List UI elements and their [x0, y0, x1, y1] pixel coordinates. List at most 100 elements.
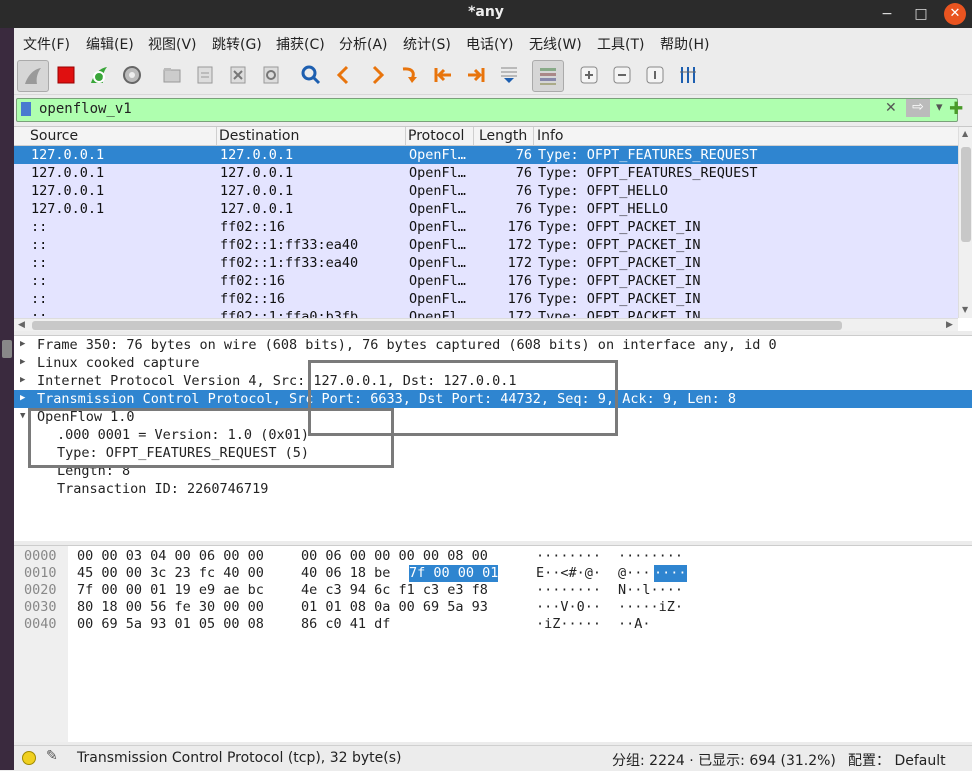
packet-row[interactable]: 127.0.0.1 127.0.0.1 OpenFl… Type: OFPT_HELL…	[14, 200, 958, 218]
column-info[interactable]: Info	[537, 128, 564, 144]
go-first-icon[interactable]	[428, 60, 458, 90]
maximize-button[interactable]: □	[910, 3, 932, 25]
expand-arrow-icon[interactable]: ▶	[20, 357, 25, 367]
collapse-arrow-icon[interactable]: ▼	[20, 411, 25, 421]
column-protocol[interactable]: Protocol	[408, 128, 464, 144]
menu-view[interactable]: 视图(V)	[148, 34, 197, 54]
edit-comment-icon[interactable]: ✎	[46, 748, 58, 764]
hex-bytes-group-a[interactable]: 00 00 03 04 00 06 00 00	[77, 548, 264, 565]
column-destination[interactable]: Destination	[219, 128, 299, 144]
menu-help[interactable]: 帮助(H)	[660, 34, 709, 54]
hex-offset[interactable]: 0020	[24, 582, 57, 599]
menu-telephony[interactable]: 电话(Y)	[466, 34, 513, 54]
open-file-icon[interactable]	[157, 60, 187, 90]
filter-history-dropdown-icon[interactable]: ▾	[936, 100, 943, 115]
hex-offset[interactable]: 0040	[24, 616, 57, 633]
packet-row[interactable]: :: ff02::1:ff33:ea40 OpenFl… Type: OFPT_PAC…	[14, 236, 958, 254]
save-file-icon[interactable]	[190, 60, 220, 90]
scroll-left-icon[interactable]: ◀	[18, 320, 25, 330]
ascii-group-b[interactable]: @···	[618, 565, 651, 582]
hex-offset[interactable]: 0030	[24, 599, 57, 616]
apply-filter-icon[interactable]: ⇨	[906, 99, 930, 117]
ascii-group-a[interactable]: ·iZ·····	[536, 616, 601, 633]
ascii-group-b[interactable]: ··A·	[618, 616, 651, 633]
auto-scroll-icon[interactable]	[494, 60, 524, 90]
menu-capture[interactable]: 捕获(C)	[276, 34, 325, 54]
hex-bytes-group-b[interactable]: 00 06 00 00 00 00 08 00	[301, 548, 488, 565]
detail-tree-item[interactable]: Transaction ID: 2260746719	[14, 480, 972, 498]
hex-bytes-group-a[interactable]: 45 00 00 3c 23 fc 40 00	[77, 565, 264, 582]
ascii-selected[interactable]: ····	[654, 565, 687, 582]
packet-row[interactable]: 127.0.0.1 127.0.0.1 OpenFl… Type: OFPT_FEAT…	[14, 164, 958, 182]
hex-bytes-group-b[interactable]: 86 c0 41 df	[301, 616, 390, 633]
normal-size-icon[interactable]	[640, 60, 670, 90]
hex-bytes-group-b[interactable]: 4e c3 94 6c f1 c3 e3 f8	[301, 582, 488, 599]
packet-row[interactable]: :: ff02::16 OpenFl… Type: OFPT_PACKET_IN 176	[14, 290, 958, 308]
menu-edit[interactable]: 编辑(E)	[86, 34, 134, 54]
minimize-button[interactable]: −	[876, 3, 898, 25]
packet-row[interactable]: 127.0.0.1 127.0.0.1 OpenFl… Type: OFPT_HELL…	[14, 182, 958, 200]
hex-bytes-group-a[interactable]: 00 69 5a 93 01 05 00 08	[77, 616, 264, 633]
stop-capture-icon[interactable]	[51, 60, 81, 90]
hex-bytes-group-b[interactable]: 01 01 08 0a 00 69 5a 93	[301, 599, 488, 616]
hex-bytes-selected[interactable]: 7f 00 00 01	[409, 565, 499, 582]
resize-columns-icon[interactable]	[673, 60, 703, 90]
go-last-icon[interactable]	[461, 60, 491, 90]
expand-arrow-icon[interactable]: ▶	[20, 393, 25, 403]
expand-arrow-icon[interactable]: ▶	[20, 375, 25, 385]
column-length[interactable]: Length	[479, 128, 527, 144]
ascii-group-a[interactable]: ········	[536, 582, 601, 599]
expert-info-icon[interactable]	[22, 751, 36, 765]
expand-arrow-icon[interactable]: ▶	[20, 339, 25, 349]
scroll-down-icon[interactable]: ▼	[962, 305, 968, 314]
clear-filter-icon[interactable]: ✕	[885, 100, 897, 116]
column-separator[interactable]	[473, 127, 474, 145]
packet-row[interactable]: :: ff02::16 OpenFl… Type: OFPT_PACKET_IN 176	[14, 218, 958, 236]
menu-tools[interactable]: 工具(T)	[597, 34, 644, 54]
vscroll-thumb[interactable]	[961, 147, 971, 242]
zoom-out-icon[interactable]	[607, 60, 637, 90]
packet-row[interactable]: :: ff02::1:ff33:ea40 OpenFl… Type: OFPT_PAC…	[14, 254, 958, 272]
packet-row[interactable]: 127.0.0.1 127.0.0.1 OpenFl… Type: OFPT_FEAT…	[14, 146, 958, 164]
column-separator[interactable]	[405, 127, 406, 145]
packet-row[interactable]: :: ff02::16 OpenFl… Type: OFPT_PACKET_IN 176	[14, 272, 958, 290]
add-filter-button-icon[interactable]: ✚	[949, 99, 963, 119]
hex-bytes-group-b[interactable]: 40 06 18 be	[301, 565, 390, 582]
ascii-group-b[interactable]: N··l····	[618, 582, 683, 599]
restart-capture-icon[interactable]	[84, 60, 114, 90]
capture-options-icon[interactable]	[117, 60, 147, 90]
ascii-group-a[interactable]: E··<#·@·	[536, 565, 601, 582]
menu-go[interactable]: 跳转(G)	[212, 34, 262, 54]
packet-row[interactable]: :: ff02::1:ffa0:b3fb OpenFl… Type: OFPT_PAC…	[14, 308, 958, 318]
column-separator[interactable]	[533, 127, 534, 145]
menu-file[interactable]: 文件(F)	[23, 34, 70, 54]
ascii-group-b[interactable]: ·····iZ·	[618, 599, 683, 616]
filter-text[interactable]: openflow_v1	[39, 101, 132, 117]
hex-offset[interactable]: 0010	[24, 565, 57, 582]
detail-tree-item[interactable]: ▶ Frame 350: 76 bytes on wire (608 bits),…	[14, 336, 972, 354]
column-source[interactable]: Source	[30, 128, 78, 144]
go-forward-icon[interactable]	[362, 60, 392, 90]
hscroll-thumb[interactable]	[32, 321, 842, 330]
hex-bytes-group-a[interactable]: 80 18 00 56 fe 30 00 00	[77, 599, 264, 616]
reload-file-icon[interactable]	[256, 60, 286, 90]
ascii-group-a[interactable]: ···V·0··	[536, 599, 601, 616]
colorize-icon[interactable]	[532, 60, 564, 92]
menu-analyze[interactable]: 分析(A)	[339, 34, 388, 54]
close-file-icon[interactable]	[223, 60, 253, 90]
packet-list-vscroll[interactable]: ▲ ▼	[958, 127, 972, 318]
menu-statistics[interactable]: 统计(S)	[403, 34, 451, 54]
ascii-group-b[interactable]: ········	[618, 548, 683, 565]
go-to-packet-icon[interactable]	[395, 60, 425, 90]
bookmark-icon[interactable]	[21, 102, 31, 116]
scroll-right-icon[interactable]: ▶	[946, 320, 953, 330]
status-profile[interactable]: 配置： Default	[848, 750, 946, 770]
hex-bytes-group-a[interactable]: 7f 00 00 01 19 e9 ae bc	[77, 582, 264, 599]
menu-wireless[interactable]: 无线(W)	[529, 34, 582, 54]
display-filter-input[interactable]: openflow_v1 ✕ ⇨ ▾	[16, 98, 958, 122]
find-packet-icon[interactable]	[296, 60, 326, 90]
column-separator[interactable]	[216, 127, 217, 145]
hex-offset[interactable]: 0000	[24, 548, 57, 565]
shark-fin-start-icon[interactable]	[17, 60, 49, 92]
ascii-group-a[interactable]: ········	[536, 548, 601, 565]
